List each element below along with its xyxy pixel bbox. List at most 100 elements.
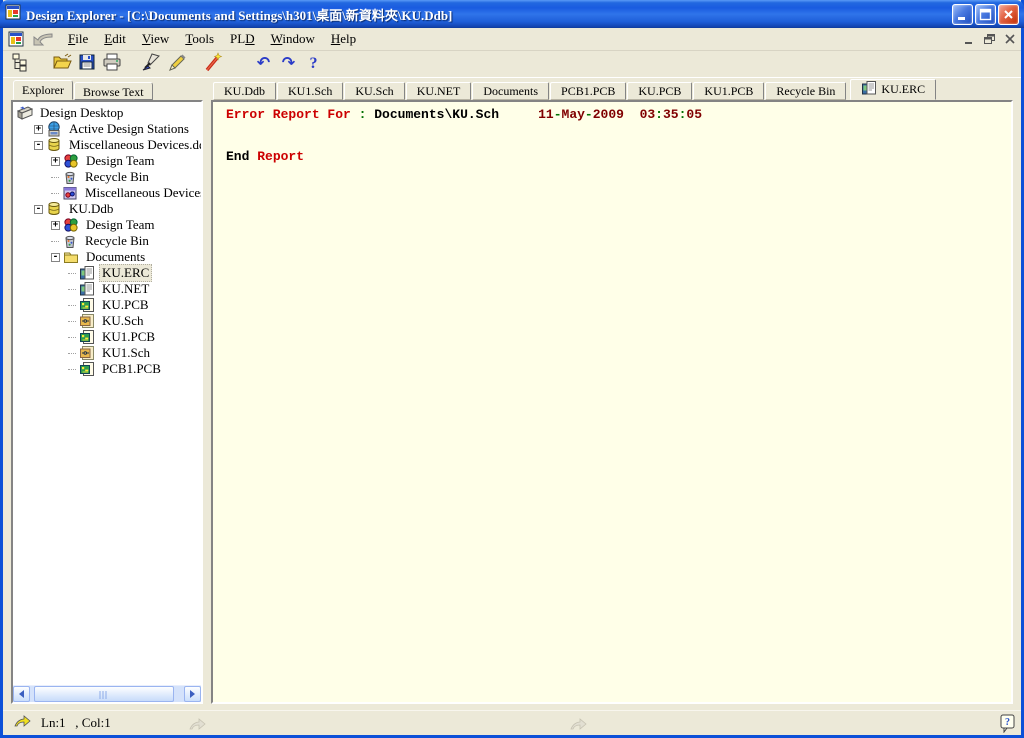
- open-icon: [52, 52, 72, 77]
- menu-window[interactable]: Window: [263, 30, 323, 48]
- doc-tab-ku1-pcb[interactable]: KU1.PCB: [693, 82, 764, 100]
- design-explorer-window: Design Explorer - [C:\Documents and Sett…: [0, 0, 1024, 738]
- tree-item-active-design-stations[interactable]: +Active Design Stations: [13, 121, 201, 137]
- tab-explorer[interactable]: Explorer: [13, 80, 73, 100]
- expand-plus-icon[interactable]: +: [51, 221, 60, 230]
- expand-plus-icon[interactable]: +: [34, 125, 43, 134]
- mdi-restore-button[interactable]: [981, 32, 998, 47]
- tree-guide-line: [68, 305, 76, 306]
- doc-tab-recycle-bin[interactable]: Recycle Bin: [765, 82, 846, 100]
- team-icon: [63, 153, 80, 169]
- doc-tab-ku1-sch[interactable]: KU1.Sch: [277, 82, 343, 100]
- tree-item-ku-sch[interactable]: KU.Sch: [13, 313, 201, 329]
- editor-line: End Report: [226, 150, 1011, 164]
- ghost-arrow-icon: [569, 716, 589, 737]
- menu-edit[interactable]: Edit: [96, 30, 134, 48]
- toolbar-group: [200, 52, 225, 76]
- tree-item-design-desktop[interactable]: Design Desktop: [13, 105, 201, 121]
- scrollbar-track[interactable]: [30, 686, 184, 702]
- doc-tab-ku-pcb[interactable]: KU.PCB: [627, 82, 692, 100]
- menu-help[interactable]: Help: [323, 30, 364, 48]
- scroll-left-button[interactable]: [13, 686, 30, 702]
- print-button[interactable]: [99, 52, 124, 76]
- tree-guide-line: [68, 321, 76, 322]
- editor-text-segment: 05: [686, 107, 702, 122]
- svg-text:?: ?: [1005, 717, 1010, 728]
- pcb-icon: [79, 329, 96, 345]
- menu-view[interactable]: View: [134, 30, 177, 48]
- title-bar[interactable]: Design Explorer - [C:\Documents and Sett…: [0, 0, 1024, 28]
- jump-arrow-icon: [13, 713, 33, 734]
- document-icon[interactable]: [7, 32, 24, 47]
- sch-icon: [79, 345, 96, 361]
- doc-tab-ku-net[interactable]: KU.NET: [406, 82, 472, 100]
- menu-file[interactable]: File: [60, 30, 96, 48]
- undo-button[interactable]: ↶: [251, 52, 276, 76]
- menu-bar: FileEditViewToolsPLDWindowHelp: [3, 28, 1021, 51]
- tree-item-ku-pcb[interactable]: KU.PCB: [13, 297, 201, 313]
- scrollbar-thumb[interactable]: [34, 686, 174, 702]
- tree-item-ku1-pcb[interactable]: KU1.PCB: [13, 329, 201, 345]
- doc-tab-pcb1-pcb[interactable]: PCB1.PCB: [550, 82, 626, 100]
- help-balloon-icon[interactable]: ?: [1000, 714, 1015, 738]
- menu-pld[interactable]: PLD: [222, 30, 263, 48]
- tree-item-documents[interactable]: -Documents: [13, 249, 201, 265]
- tree-item-ku1-sch[interactable]: KU1.Sch: [13, 345, 201, 361]
- document-panel: KU.DdbKU1.Sch KU.Sch KU.NET Documents PCB1.P…: [211, 80, 1013, 704]
- help-button[interactable]: ?: [301, 52, 326, 76]
- scroll-right-button[interactable]: [184, 686, 201, 702]
- doc-tab-ku-sch[interactable]: KU.Sch: [344, 82, 404, 100]
- down-arrow-icon[interactable]: [27, 32, 57, 47]
- tree-item-ku-erc[interactable]: KU.ERC: [13, 265, 201, 281]
- mdi-close-button[interactable]: [1001, 32, 1018, 47]
- minimize-button[interactable]: [952, 4, 973, 25]
- close-button[interactable]: [998, 4, 1019, 25]
- recycle-icon: [62, 169, 79, 185]
- tree-item-miscellaneous-devices-lib[interactable]: Miscellaneous Devices.lib: [13, 185, 201, 201]
- wand-button[interactable]: [200, 52, 225, 76]
- maximize-button[interactable]: [975, 4, 996, 25]
- library-icon: [62, 185, 79, 201]
- toolbar-group: [8, 52, 33, 76]
- tree-item-recycle-bin[interactable]: Recycle Bin: [13, 233, 201, 249]
- design-manager-button[interactable]: [8, 52, 33, 76]
- redo-button[interactable]: ↷: [276, 52, 301, 76]
- collapse-minus-icon[interactable]: -: [51, 253, 60, 262]
- save-button[interactable]: [74, 52, 99, 76]
- erc-report-editor[interactable]: Error Report For : Documents\KU.Sch 11-M…: [213, 102, 1011, 164]
- open-button[interactable]: [49, 52, 74, 76]
- tree-item-design-team[interactable]: +Design Team: [13, 217, 201, 233]
- tree-item-recycle-bin[interactable]: Recycle Bin: [13, 169, 201, 185]
- tree-item-ku-ddb[interactable]: -KU.Ddb: [13, 201, 201, 217]
- app-icon: [5, 4, 21, 25]
- doc-tab-documents[interactable]: Documents: [472, 82, 549, 100]
- menu-tools[interactable]: Tools: [177, 30, 222, 48]
- doc-tab-label: KU.NET: [417, 84, 461, 99]
- collapse-minus-icon[interactable]: -: [34, 205, 43, 214]
- window-title: Design Explorer - [C:\Documents and Sett…: [26, 5, 950, 24]
- editor-text-segment: 11: [538, 107, 554, 122]
- save-icon: [77, 52, 97, 77]
- undo-icon: ↶: [257, 55, 270, 73]
- mdi-minimize-button[interactable]: [961, 32, 978, 47]
- editor-text-segment: -: [554, 107, 562, 122]
- pen-button[interactable]: [163, 52, 188, 76]
- tree-item-miscellaneous-devices-ddb[interactable]: -Miscellaneous Devices.ddb: [13, 137, 201, 153]
- tree-horizontal-scrollbar[interactable]: [13, 685, 201, 702]
- doc-tab-label: KU.Sch: [355, 84, 393, 99]
- ghost-arrow-icon: [188, 716, 208, 737]
- tree-item-ku-net[interactable]: KU.NET: [13, 281, 201, 297]
- tab-browse-text[interactable]: Browse Text: [74, 82, 153, 100]
- toolbar-group: ↶ ↷?: [251, 52, 326, 76]
- doc-tab-ku-ddb[interactable]: KU.Ddb: [213, 82, 276, 100]
- tree-item-pcb1-pcb[interactable]: PCB1.PCB: [13, 361, 201, 377]
- doc-tab-label: Documents: [483, 84, 538, 99]
- collapse-minus-icon[interactable]: -: [34, 141, 43, 150]
- cursor-position: Ln:1 , Col:1: [41, 715, 111, 731]
- cut-button[interactable]: [138, 52, 163, 76]
- expand-plus-icon[interactable]: +: [51, 157, 60, 166]
- tree-guide-line: [68, 273, 76, 274]
- editor-text-segment: Documents\KU.Sch: [366, 107, 538, 122]
- doc-tab-ku-erc[interactable]: KU.ERC: [850, 79, 936, 100]
- tree-item-design-team[interactable]: +Design Team: [13, 153, 201, 169]
